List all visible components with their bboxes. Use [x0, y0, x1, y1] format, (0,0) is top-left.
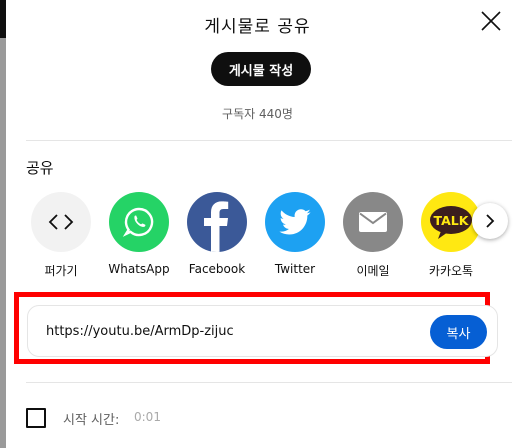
share-whatsapp-circle: [109, 192, 169, 252]
share-whatsapp-label: WhatsApp: [108, 262, 170, 276]
copy-button[interactable]: 복사: [430, 315, 487, 349]
share-embed-circle: [31, 192, 91, 252]
share-kakaotalk-label: 카카오톡: [428, 264, 474, 278]
share-facebook-circle: [187, 192, 247, 252]
chevron-right-icon: [486, 214, 495, 228]
share-url-field[interactable]: https://youtu.be/ArmDp-zijuc 복사: [27, 305, 498, 357]
facebook-icon: [204, 201, 229, 252]
dialog-title: 게시물로 공유: [204, 17, 311, 37]
share-email-button[interactable]: 이메일: [338, 192, 408, 279]
share-whatsapp-button[interactable]: WhatsApp: [104, 192, 174, 276]
close-icon: [481, 11, 501, 31]
share-url-text[interactable]: https://youtu.be/ArmDp-zijuc: [46, 324, 234, 339]
divider: [26, 140, 512, 141]
share-facebook-label: Facebook: [188, 262, 246, 276]
share-kakaotalk-button[interactable]: TALK 카카오톡: [416, 192, 486, 279]
share-twitter-label: Twitter: [274, 262, 316, 276]
share-email-circle: [343, 192, 403, 252]
share-embed-label: 퍼가기: [44, 264, 78, 278]
email-icon: [359, 212, 387, 232]
embed-icon: [48, 214, 74, 230]
start-time-value[interactable]: 0:01: [134, 410, 161, 424]
share-email-label: 이메일: [356, 264, 390, 278]
share-twitter-button[interactable]: Twitter: [260, 192, 330, 276]
share-embed-button[interactable]: 퍼가기: [26, 192, 96, 279]
start-time-label: 시작 시간:: [63, 413, 120, 428]
whatsapp-icon: [122, 207, 154, 237]
share-next-button[interactable]: [472, 203, 508, 239]
create-post-button[interactable]: 게시물 작성: [211, 52, 311, 86]
twitter-icon: [279, 209, 311, 235]
share-facebook-button[interactable]: Facebook: [182, 192, 252, 276]
share-heading: 공유: [26, 159, 54, 177]
divider: [26, 382, 512, 383]
subscriber-count: 구독자 440명: [222, 107, 293, 121]
start-time-checkbox[interactable]: [26, 408, 46, 428]
kakaotalk-icon-text: TALK: [434, 213, 470, 228]
kakaotalk-icon: TALK: [430, 206, 472, 239]
share-twitter-circle: [265, 192, 325, 252]
background-page-strip: [0, 0, 6, 448]
close-button[interactable]: [478, 8, 504, 34]
